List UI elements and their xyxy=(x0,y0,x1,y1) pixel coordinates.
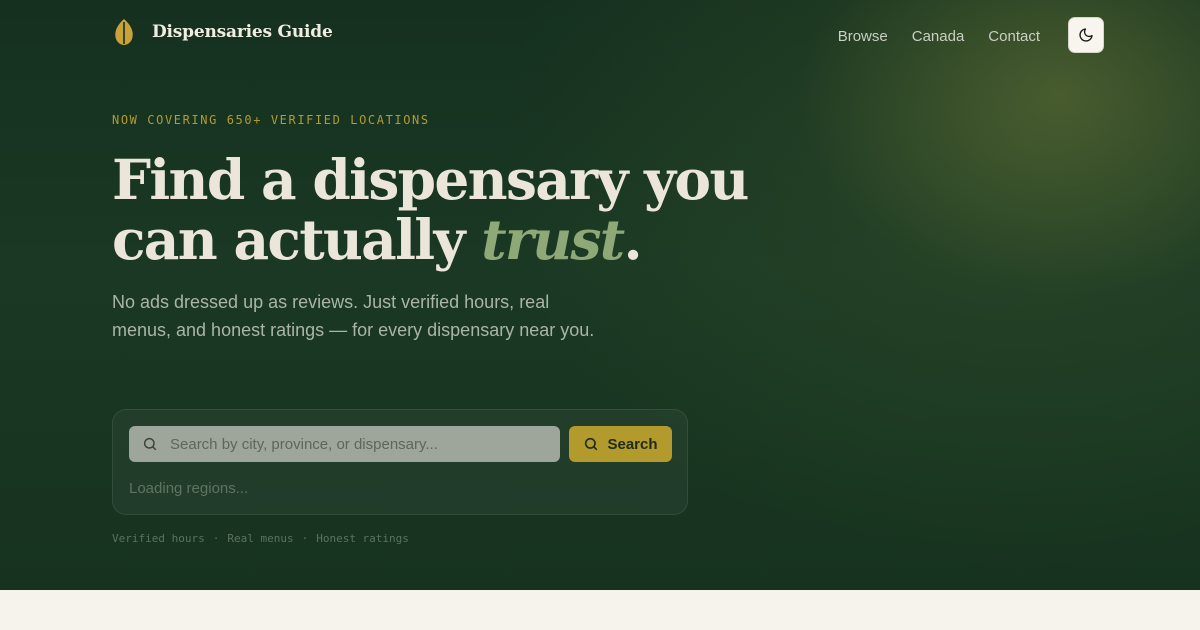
brand-name: Dispensaries Guide xyxy=(152,22,333,42)
nav-link-browse[interactable]: Browse xyxy=(838,28,888,45)
hero-subhead: No ads dressed up as reviews. Just verif… xyxy=(112,292,595,340)
headline-period: . xyxy=(623,207,642,272)
nav-links: Browse Canada Contact xyxy=(838,17,1104,53)
feature-separator: · xyxy=(212,532,220,545)
nav-link-contact[interactable]: Contact xyxy=(988,28,1040,45)
theme-toggle-button[interactable] xyxy=(1068,17,1104,53)
nav-link-canada[interactable]: Canada xyxy=(912,28,965,45)
search-button-icon xyxy=(585,437,598,451)
feature-verified-hours: Verified hours xyxy=(112,532,205,545)
top-nav: Dispensaries Guide Browse Canada Contact xyxy=(112,17,1104,53)
feature-real-menus: Real menus xyxy=(227,532,294,545)
hero-eyebrow: NOW COVERING 650+ VERIFIED LOCATIONS xyxy=(112,113,430,127)
search-button[interactable]: Search xyxy=(569,426,672,462)
headline-line-1: Find a dispensary you xyxy=(112,147,749,212)
search-field-wrapper xyxy=(129,426,560,462)
leaf-logo-icon xyxy=(115,19,133,45)
search-icon xyxy=(143,437,157,451)
feature-honest-ratings: Honest ratings xyxy=(316,532,409,545)
headline-line-2-prefix: can actually xyxy=(112,207,482,272)
regions-loading-status: Loading regions... xyxy=(129,480,249,497)
search-button-label: Search xyxy=(607,435,658,453)
hero-headline: Find a dispensary you can actually trust. xyxy=(112,150,752,270)
brand-home-link[interactable]: Dispensaries Guide xyxy=(112,18,333,46)
feature-separator: · xyxy=(301,532,309,545)
moon-icon xyxy=(1079,28,1093,42)
next-section-band xyxy=(0,590,1200,630)
search-input[interactable] xyxy=(129,426,560,462)
hero-section: Dispensaries Guide Browse Canada Contact… xyxy=(0,0,1200,590)
feature-list: Verified hours · Real menus · Honest rat… xyxy=(112,532,409,545)
headline-accent-word: trust xyxy=(481,207,625,272)
search-card: Search Loading regions... xyxy=(112,409,688,515)
